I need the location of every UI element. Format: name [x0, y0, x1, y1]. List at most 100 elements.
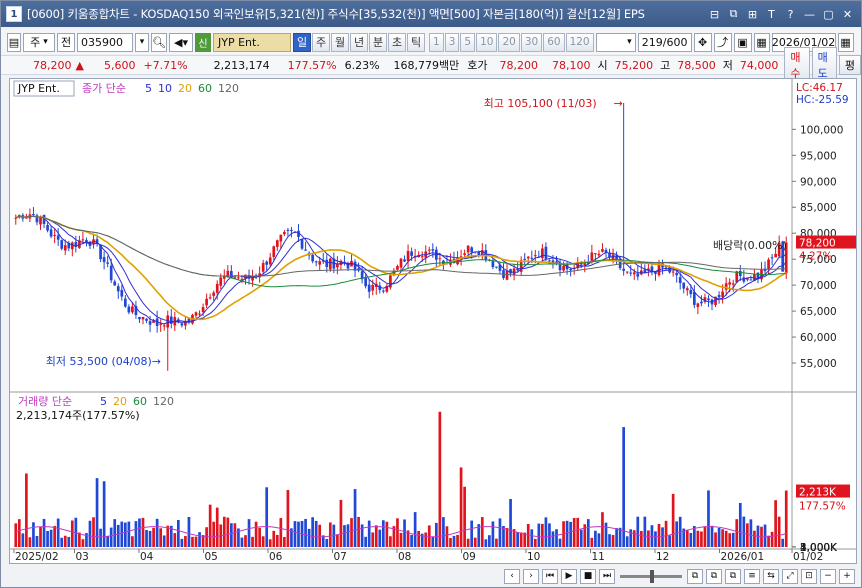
zoom-out-button[interactable]: ‹: [504, 568, 520, 584]
flat-button[interactable]: 평: [838, 55, 861, 75]
settings1-button[interactable]: ⧉: [687, 568, 703, 584]
first-button[interactable]: ⏮: [542, 568, 558, 584]
volume-bar: [106, 536, 110, 547]
calendar-icon[interactable]: ▦: [753, 32, 770, 52]
candlestick-chart[interactable]: 100,00095,00090,00085,00080,00075,00070,…: [10, 79, 856, 563]
plus-button[interactable]: +: [839, 568, 855, 584]
price-tick-label: 100,000: [800, 124, 843, 136]
expand-button[interactable]: ⊡: [801, 568, 817, 584]
volume-bar: [544, 517, 548, 547]
sound-icon[interactable]: ◀▾: [169, 32, 193, 52]
interval-120[interactable]: 120: [565, 32, 594, 52]
date-picker-icon[interactable]: ▦: [837, 32, 854, 52]
interval-20[interactable]: 20: [498, 32, 520, 52]
close-icon[interactable]: ✕: [840, 7, 855, 22]
volume-bar: [565, 520, 569, 547]
prefix-button[interactable]: 전: [57, 32, 75, 52]
candle-body: [148, 321, 152, 325]
draw-tool-icon[interactable]: ⤴: [713, 32, 732, 52]
tab-분[interactable]: 분: [369, 32, 387, 52]
volume-bar: [244, 535, 247, 547]
settings2-button[interactable]: ⧉: [706, 568, 722, 584]
volume-bar: [67, 536, 71, 547]
volume-bar: [431, 536, 435, 547]
price-change: 5,600: [103, 58, 136, 72]
candle-body: [60, 240, 64, 249]
volume-bar: [215, 507, 219, 547]
market-select[interactable]: 주 ▾: [23, 32, 55, 52]
question-icon[interactable]: ?: [783, 7, 798, 22]
candle-body: [268, 257, 272, 265]
code-dropdown-icon[interactable]: ▾: [135, 32, 149, 52]
play-button[interactable]: ▶: [561, 568, 577, 584]
tab-주[interactable]: 주: [312, 32, 330, 52]
volume-bar: [463, 486, 466, 547]
interval-dropdown[interactable]: ▾: [595, 32, 636, 52]
slider-button[interactable]: [618, 569, 684, 584]
tab-년[interactable]: 년: [350, 32, 368, 52]
interval-5[interactable]: 5: [460, 32, 476, 52]
volume-pct-tag: 177.57%: [799, 501, 846, 513]
interval-10[interactable]: 10: [476, 32, 498, 52]
volume-bar: [325, 538, 329, 547]
search-icon[interactable]: 🔍︎: [151, 32, 167, 52]
legend-ma-20: 20: [178, 82, 192, 95]
candle-body: [671, 271, 675, 273]
stock-name-field[interactable]: JYP Ent.: [213, 32, 291, 52]
volume-bar: [671, 493, 675, 547]
volume-bar: [28, 537, 32, 547]
price-tick-label: 90,000: [800, 176, 837, 188]
candle-body: [622, 268, 626, 271]
price-tick-label: 70,000: [800, 280, 837, 292]
volume-bar: [371, 532, 375, 547]
chart-area[interactable]: 100,000 95,000 90,000 85,000 80,000 75,000 70,…: [9, 78, 857, 564]
tab-일[interactable]: 일: [293, 32, 311, 52]
interval-3[interactable]: 3: [444, 32, 460, 52]
candle-body: [396, 266, 399, 270]
candle-body: [410, 251, 413, 256]
maximize-icon[interactable]: ▢: [821, 7, 836, 22]
next-button[interactable]: ⏭: [599, 568, 615, 584]
volume-bar: [78, 532, 81, 547]
restore-icon[interactable]: ⧉: [726, 7, 741, 22]
low-annotation: 최저 53,500 (04/08): [46, 355, 152, 368]
interval-60[interactable]: 60: [543, 32, 565, 52]
candle-body: [541, 248, 544, 259]
interval-1[interactable]: 1: [429, 32, 444, 52]
minimize-icon[interactable]: —: [802, 7, 817, 22]
volume-bar: [530, 529, 534, 547]
volume-bar: [650, 525, 654, 547]
save-icon[interactable]: ▣: [733, 32, 752, 52]
interval-30[interactable]: 30: [520, 32, 543, 52]
volume-bar: [668, 535, 671, 547]
volume-bar: [35, 535, 39, 547]
stock-code-input[interactable]: 035900: [77, 32, 133, 52]
volume-bar: [470, 520, 474, 547]
volume-bar: [374, 525, 378, 547]
volume-bar: [385, 521, 389, 547]
volume-bar: [389, 536, 392, 547]
text-icon[interactable]: T: [764, 7, 779, 22]
settings4-button[interactable]: ≡: [744, 568, 760, 584]
count-field[interactable]: 219/600: [637, 32, 692, 52]
help-icon[interactable]: ⊟: [707, 7, 722, 22]
zoom-in-button[interactable]: ›: [523, 568, 539, 584]
candle-body: [533, 255, 537, 257]
minus-button[interactable]: −: [820, 568, 836, 584]
volume-bar: [459, 467, 463, 547]
tab-틱[interactable]: 틱: [407, 32, 425, 52]
candle-body: [427, 249, 431, 251]
tab-월[interactable]: 월: [331, 32, 349, 52]
crosshair-icon[interactable]: ✥: [693, 32, 712, 52]
fit-button[interactable]: ⤢: [782, 568, 798, 584]
bid-price: 78,100: [552, 58, 591, 72]
volume-bar: [484, 539, 488, 547]
stop-button[interactable]: ■: [580, 568, 596, 584]
settings5-button[interactable]: ⇆: [763, 568, 779, 584]
settings3-button[interactable]: ⧉: [725, 568, 741, 584]
indicator-grid-icon[interactable]: ▤: [7, 32, 21, 52]
candle-body: [594, 253, 597, 255]
tab-초[interactable]: 초: [388, 32, 406, 52]
window-title: [0600] 키움종합차트 - KOSDAQ150 외국인보유[5,321(천)…: [27, 7, 645, 21]
pin-icon[interactable]: ⊞: [745, 7, 760, 22]
